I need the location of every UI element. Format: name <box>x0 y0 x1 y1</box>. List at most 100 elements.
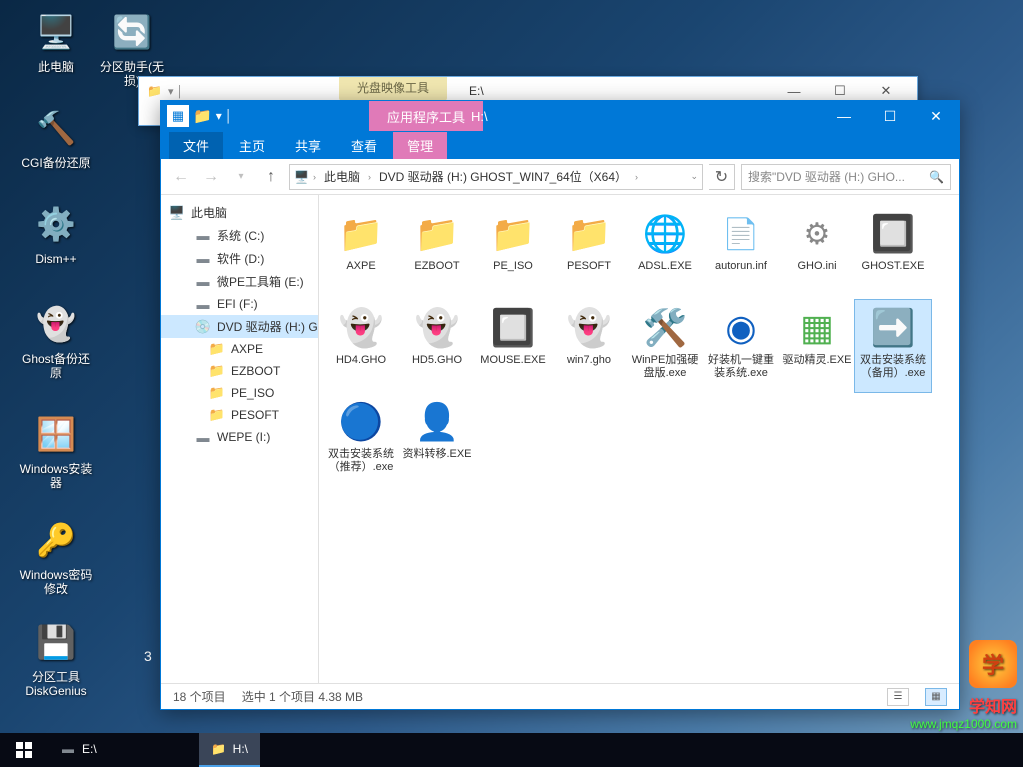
taskbar-item[interactable]: ▬E:\ <box>48 733 109 767</box>
file-list[interactable]: 📁AXPE 📁EZBOOT 📁PE_ISO 📁PESOFT 🌐ADSL.EXE … <box>319 195 959 683</box>
tree-drive-f[interactable]: ▬EFI (F:) <box>161 293 318 315</box>
pc-icon: 🖥️ <box>169 205 185 221</box>
titlebar[interactable]: ▦ 📁 ▾ │ 应用程序工具 H:\ — ☐ ✕ <box>161 101 959 131</box>
start-button[interactable] <box>0 733 48 767</box>
exe-icon: 🔲 <box>489 304 537 352</box>
dropdown-icon[interactable]: ⌄ <box>690 171 698 182</box>
file-item[interactable]: ▦驱动精灵.EXE <box>778 299 856 393</box>
up-button[interactable]: ↑ <box>259 165 283 189</box>
tree-folder-axpe[interactable]: 📁AXPE <box>161 338 318 360</box>
install-icon: ➡️ <box>869 304 917 352</box>
forward-button[interactable]: → <box>199 165 223 189</box>
nav-tree: 🖥️此电脑 ▬系统 (C:) ▬软件 (D:) ▬微PE工具箱 (E:) ▬EF… <box>161 195 319 683</box>
folder-icon: 📁 <box>209 407 225 423</box>
ribbon: 文件 主页 共享 查看 管理 <box>161 131 959 159</box>
file-item-selected[interactable]: ➡️双击安装系统（备用）.exe <box>854 299 932 393</box>
install-icon: 🔵 <box>337 398 385 446</box>
ghost-icon: 👻 <box>32 300 80 348</box>
search-icon: 🔍 <box>929 170 944 184</box>
file-item[interactable]: ⚙GHO.ini <box>778 205 856 299</box>
folder-icon: 📁 <box>209 341 225 357</box>
watermark: 学知网 www.jmqz1000.com <box>910 640 1017 731</box>
chevron-right-icon: › <box>368 172 371 182</box>
file-item[interactable]: 🔵双击安装系统（推荐）.exe <box>322 393 400 487</box>
file-item[interactable]: 📁PESOFT <box>550 205 628 299</box>
desktop-icon-dism[interactable]: ⚙️Dism++ <box>18 200 94 266</box>
window-title-path: H:\ <box>471 101 488 131</box>
explorer-window: ▦ 📁 ▾ │ 应用程序工具 H:\ — ☐ ✕ 文件 主页 共享 查看 管理 … <box>160 100 960 710</box>
recent-button[interactable]: ▾ <box>229 165 253 189</box>
folder-icon: 📁 <box>209 385 225 401</box>
desktop-icon-cgi[interactable]: 🔨CGI备份还原 <box>18 104 94 170</box>
breadcrumb-pc[interactable]: 此电脑 <box>320 168 364 185</box>
desktop-icon-this-pc[interactable]: 🖥️此电脑 <box>18 8 94 74</box>
desktop-icon-winpwd[interactable]: 🔑Windows密码修改 <box>18 516 94 596</box>
file-item[interactable]: 📄autorun.inf <box>702 205 780 299</box>
ribbon-tab-share[interactable]: 共享 <box>281 132 335 159</box>
file-item[interactable]: 👤资料转移.EXE <box>398 393 476 487</box>
drive-icon: ▬ <box>195 296 211 312</box>
drive-icon: ▬ <box>195 274 211 290</box>
user-icon: 👤 <box>413 398 461 446</box>
inf-icon: 📄 <box>717 210 765 258</box>
exe-icon: 🔲 <box>869 210 917 258</box>
ribbon-tab-home[interactable]: 主页 <box>225 132 279 159</box>
contextual-tab[interactable]: 应用程序工具 <box>369 101 483 131</box>
desktop-icon-wininstall[interactable]: 🪟Windows安装器 <box>18 410 94 490</box>
status-selection: 选中 1 个项目 4.38 MB <box>242 688 363 705</box>
breadcrumb[interactable]: 🖥️ › 此电脑 › DVD 驱动器 (H:) GHOST_WIN7_64位（X… <box>289 164 703 190</box>
ribbon-file-tab[interactable]: 文件 <box>169 132 223 159</box>
ribbon-tab-manage[interactable]: 管理 <box>393 132 447 159</box>
back-button[interactable]: ← <box>169 165 193 189</box>
ribbon-tab-view[interactable]: 查看 <box>337 132 391 159</box>
breadcrumb-drive[interactable]: DVD 驱动器 (H:) GHOST_WIN7_64位（X64） <box>375 168 631 185</box>
minimize-button[interactable]: — <box>821 101 867 131</box>
background-tab: 光盘映像工具 <box>339 77 447 101</box>
watermark-logo <box>969 640 1017 688</box>
taskbar-item-active[interactable]: 📁H:\ <box>199 733 260 767</box>
statusbar: 18 个项目 选中 1 个项目 4.38 MB ☰ ▦ <box>161 683 959 709</box>
refresh-button[interactable]: ↻ <box>709 164 735 190</box>
file-item[interactable]: 📁PE_ISO <box>474 205 552 299</box>
ghost-icon: 👻 <box>413 304 461 352</box>
file-item[interactable]: 👻HD4.GHO <box>322 299 400 393</box>
tree-folder-peiso[interactable]: 📁PE_ISO <box>161 382 318 404</box>
eye-icon: ◉ <box>717 304 765 352</box>
tree-drive-h[interactable]: 💿DVD 驱动器 (H:) G <box>161 315 318 338</box>
tree-drive-d[interactable]: ▬软件 (D:) <box>161 247 318 270</box>
address-bar: ← → ▾ ↑ 🖥️ › 此电脑 › DVD 驱动器 (H:) GHOST_WI… <box>161 159 959 195</box>
tree-drive-i[interactable]: ▬WEPE (I:) <box>161 426 318 448</box>
tree-drive-c[interactable]: ▬系统 (C:) <box>161 224 318 247</box>
folder-icon: 📁 <box>209 363 225 379</box>
tree-drive-e[interactable]: ▬微PE工具箱 (E:) <box>161 270 318 293</box>
file-item[interactable]: ◉好装机一键重装系统.exe <box>702 299 780 393</box>
folder-icon: 📁 <box>337 210 385 258</box>
folder-icon: 📁 <box>211 741 227 757</box>
close-button[interactable]: ✕ <box>913 101 959 131</box>
search-input[interactable]: 搜索"DVD 驱动器 (H:) GHO... 🔍 <box>741 164 951 190</box>
partition-icon: 🔄 <box>108 8 156 56</box>
view-details-button[interactable]: ☰ <box>887 688 909 706</box>
tree-root-pc[interactable]: 🖥️此电脑 <box>161 201 318 224</box>
tree-folder-ezboot[interactable]: 📁EZBOOT <box>161 360 318 382</box>
status-count: 18 个项目 <box>173 688 226 705</box>
file-item[interactable]: 📁AXPE <box>322 205 400 299</box>
app-icon: ▦ <box>167 105 189 127</box>
tree-folder-pesoft[interactable]: 📁PESOFT <box>161 404 318 426</box>
maximize-button[interactable]: ☐ <box>867 101 913 131</box>
drive-icon: ▬ <box>60 741 76 757</box>
desktop-icon-ghost[interactable]: 👻Ghost备份还原 <box>18 300 94 380</box>
folder-icon: 📁 <box>413 210 461 258</box>
file-item[interactable]: 🔲MOUSE.EXE <box>474 299 552 393</box>
file-item[interactable]: 👻win7.gho <box>550 299 628 393</box>
file-item[interactable]: 🛠️WinPE加强硬盘版.exe <box>626 299 704 393</box>
file-item[interactable]: 📁EZBOOT <box>398 205 476 299</box>
file-item[interactable]: 🌐ADSL.EXE <box>626 205 704 299</box>
file-item[interactable]: 🔲GHOST.EXE <box>854 205 932 299</box>
gear-icon: ⚙️ <box>32 200 80 248</box>
disk-icon: 💾 <box>32 618 80 666</box>
desktop-icon-diskgenius[interactable]: 💾分区工具DiskGenius <box>18 618 94 698</box>
file-item[interactable]: 👻HD5.GHO <box>398 299 476 393</box>
tools-icon: 🛠️ <box>641 304 689 352</box>
pc-icon: 🖥️ <box>32 8 80 56</box>
